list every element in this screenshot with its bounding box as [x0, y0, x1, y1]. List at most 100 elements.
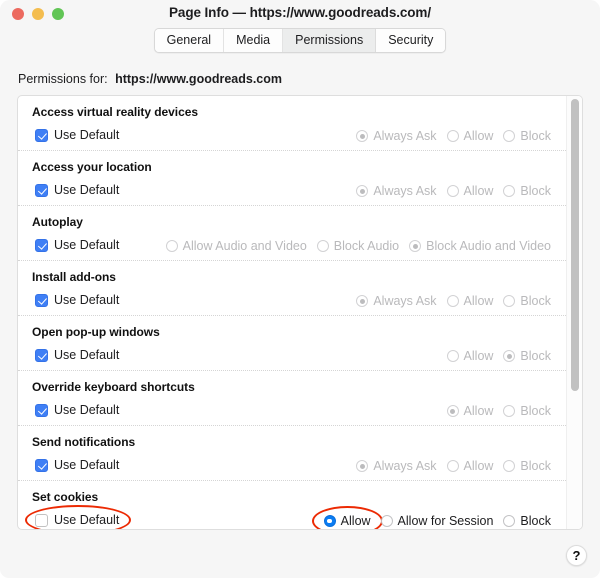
permission-radio-label: Allow [463, 184, 494, 198]
permission-radio-option[interactable]: Block [498, 182, 556, 200]
permission-radio-label: Block [520, 459, 551, 473]
radio-unselected-icon[interactable] [503, 460, 516, 472]
tab-general[interactable]: General [154, 29, 225, 52]
permission-radio-label: Block Audio [333, 239, 400, 253]
permission-radio-option[interactable]: Allow for Session [376, 512, 499, 529]
permission-radio-option[interactable]: Allow [442, 182, 499, 200]
permission-radio-label: Allow for Session [397, 514, 494, 528]
permission-radio-option[interactable]: Allow [442, 457, 499, 475]
use-default-checkbox[interactable]: Use Default [32, 126, 124, 144]
permission-radio-option[interactable]: Block Audio [312, 237, 404, 255]
permission-row: Autoplay Use Default Allow Audio and Video… [18, 206, 566, 261]
radio-selected-icon[interactable] [409, 240, 422, 252]
permission-radio-group: Allow Block [442, 346, 556, 366]
radio-selected-icon[interactable] [356, 130, 369, 142]
checkbox-checked-icon[interactable] [35, 458, 48, 472]
permission-radio-label: Allow [463, 129, 494, 143]
permission-row: Install add-ons Use Default Always Ask Allo… [18, 261, 566, 316]
permission-radio-group: Allow Audio and Video Block Audio Block Au… [161, 236, 556, 256]
radio-unselected-icon[interactable] [503, 515, 516, 527]
checkbox-checked-icon[interactable] [35, 293, 48, 307]
permission-radio-label: Allow [463, 349, 494, 363]
scrollbar-thumb[interactable] [571, 99, 579, 391]
radio-unselected-icon[interactable] [503, 405, 516, 417]
radio-selected-icon[interactable] [356, 460, 369, 472]
radio-unselected-icon[interactable] [380, 515, 393, 527]
radio-selected-icon[interactable] [356, 295, 369, 307]
permission-radio-option[interactable]: Allow [442, 347, 499, 365]
permission-radio-option[interactable]: Always Ask [351, 127, 441, 145]
use-default-checkbox[interactable]: Use Default [32, 236, 124, 254]
use-default-label: Use Default [54, 183, 120, 197]
permission-radio-option[interactable]: Block [498, 347, 556, 365]
radio-unselected-icon[interactable] [165, 240, 178, 252]
permissions-for-host: https://www.goodreads.com [115, 72, 283, 86]
radio-unselected-icon[interactable] [446, 185, 459, 197]
use-default-checkbox[interactable]: Use Default [32, 401, 124, 419]
permission-radio-option[interactable]: Allow Audio and Video [161, 237, 312, 255]
checkbox-unchecked-icon[interactable] [35, 513, 48, 527]
permission-radio-group: Always Ask Allow Block [351, 291, 556, 311]
use-default-checkbox[interactable]: Use Default [32, 456, 124, 474]
radio-unselected-icon[interactable] [446, 295, 459, 307]
permission-title: Override keyboard shortcuts [32, 380, 195, 394]
permission-radio-option[interactable]: Block [498, 292, 556, 310]
permission-radio-option[interactable]: Allow [442, 127, 499, 145]
permissions-list: Access virtual reality devices Use Defaul… [18, 96, 566, 529]
permission-radio-option[interactable]: Always Ask [351, 292, 441, 310]
permission-controls: Use Default Allow Block [32, 401, 566, 421]
checkbox-checked-icon[interactable] [35, 348, 48, 362]
permission-radio-option[interactable]: Block Audio and Video [404, 237, 556, 255]
permission-controls: Use Default Always Ask Allow Block [32, 126, 566, 146]
permission-row: Override keyboard shortcuts Use Default Al… [18, 371, 566, 426]
radio-selected-icon[interactable] [446, 405, 459, 417]
tab-permissions[interactable]: Permissions [283, 29, 377, 52]
page-info-window: Page Info — https://www.goodreads.com/ G… [0, 0, 600, 578]
permission-controls: Use Default Always Ask Allow Block [32, 181, 566, 201]
use-default-checkbox[interactable]: Use Default [32, 291, 124, 309]
help-button[interactable]: ? [566, 545, 587, 566]
permission-radio-label: Block [520, 349, 551, 363]
radio-unselected-icon[interactable] [503, 130, 516, 142]
permissions-scrollbar[interactable] [566, 96, 582, 529]
tabbar: General Media Permissions Security [153, 28, 447, 53]
permission-radio-label: Allow [463, 459, 494, 473]
permission-radio-label: Block [520, 294, 551, 308]
permission-radio-option[interactable]: Block [498, 457, 556, 475]
radio-unselected-icon[interactable] [446, 130, 459, 142]
permission-radio-option[interactable]: Allow [311, 506, 383, 529]
use-default-checkbox[interactable]: Use Default [25, 505, 132, 529]
checkbox-checked-icon[interactable] [35, 403, 48, 417]
radio-unselected-icon[interactable] [316, 240, 329, 252]
tab-media[interactable]: Media [224, 29, 284, 52]
radio-unselected-icon[interactable] [503, 295, 516, 307]
permission-radio-option[interactable]: Always Ask [351, 182, 441, 200]
permission-radio-option[interactable]: Block [498, 512, 556, 529]
permission-controls: Use Default Allow Allow for Session Block [25, 505, 566, 529]
permission-radio-option[interactable]: Allow [442, 292, 499, 310]
permission-radio-label: Always Ask [373, 184, 437, 198]
use-default-label: Use Default [54, 128, 120, 142]
radio-selected-icon[interactable] [356, 185, 369, 197]
checkbox-checked-icon[interactable] [35, 183, 48, 197]
radio-selected-icon[interactable] [323, 515, 336, 527]
permission-radio-option[interactable]: Allow [442, 402, 499, 420]
radio-unselected-icon[interactable] [446, 460, 459, 472]
permissions-panel: Access virtual reality devices Use Defaul… [17, 95, 583, 530]
checkbox-checked-icon[interactable] [35, 238, 48, 252]
permission-title: Autoplay [32, 215, 83, 229]
use-default-checkbox[interactable]: Use Default [32, 181, 124, 199]
use-default-label: Use Default [54, 238, 120, 252]
radio-unselected-icon[interactable] [446, 350, 459, 362]
radio-unselected-icon[interactable] [503, 185, 516, 197]
tab-security[interactable]: Security [376, 29, 446, 52]
checkbox-checked-icon[interactable] [35, 128, 48, 142]
use-default-label: Use Default [54, 348, 120, 362]
use-default-checkbox[interactable]: Use Default [32, 346, 124, 364]
permission-radio-option[interactable]: Always Ask [351, 457, 441, 475]
permission-radio-label: Block [520, 129, 551, 143]
radio-selected-icon[interactable] [503, 350, 516, 362]
permission-radio-label: Block [520, 184, 551, 198]
permission-radio-option[interactable]: Block [498, 127, 556, 145]
permission-radio-option[interactable]: Block [498, 402, 556, 420]
